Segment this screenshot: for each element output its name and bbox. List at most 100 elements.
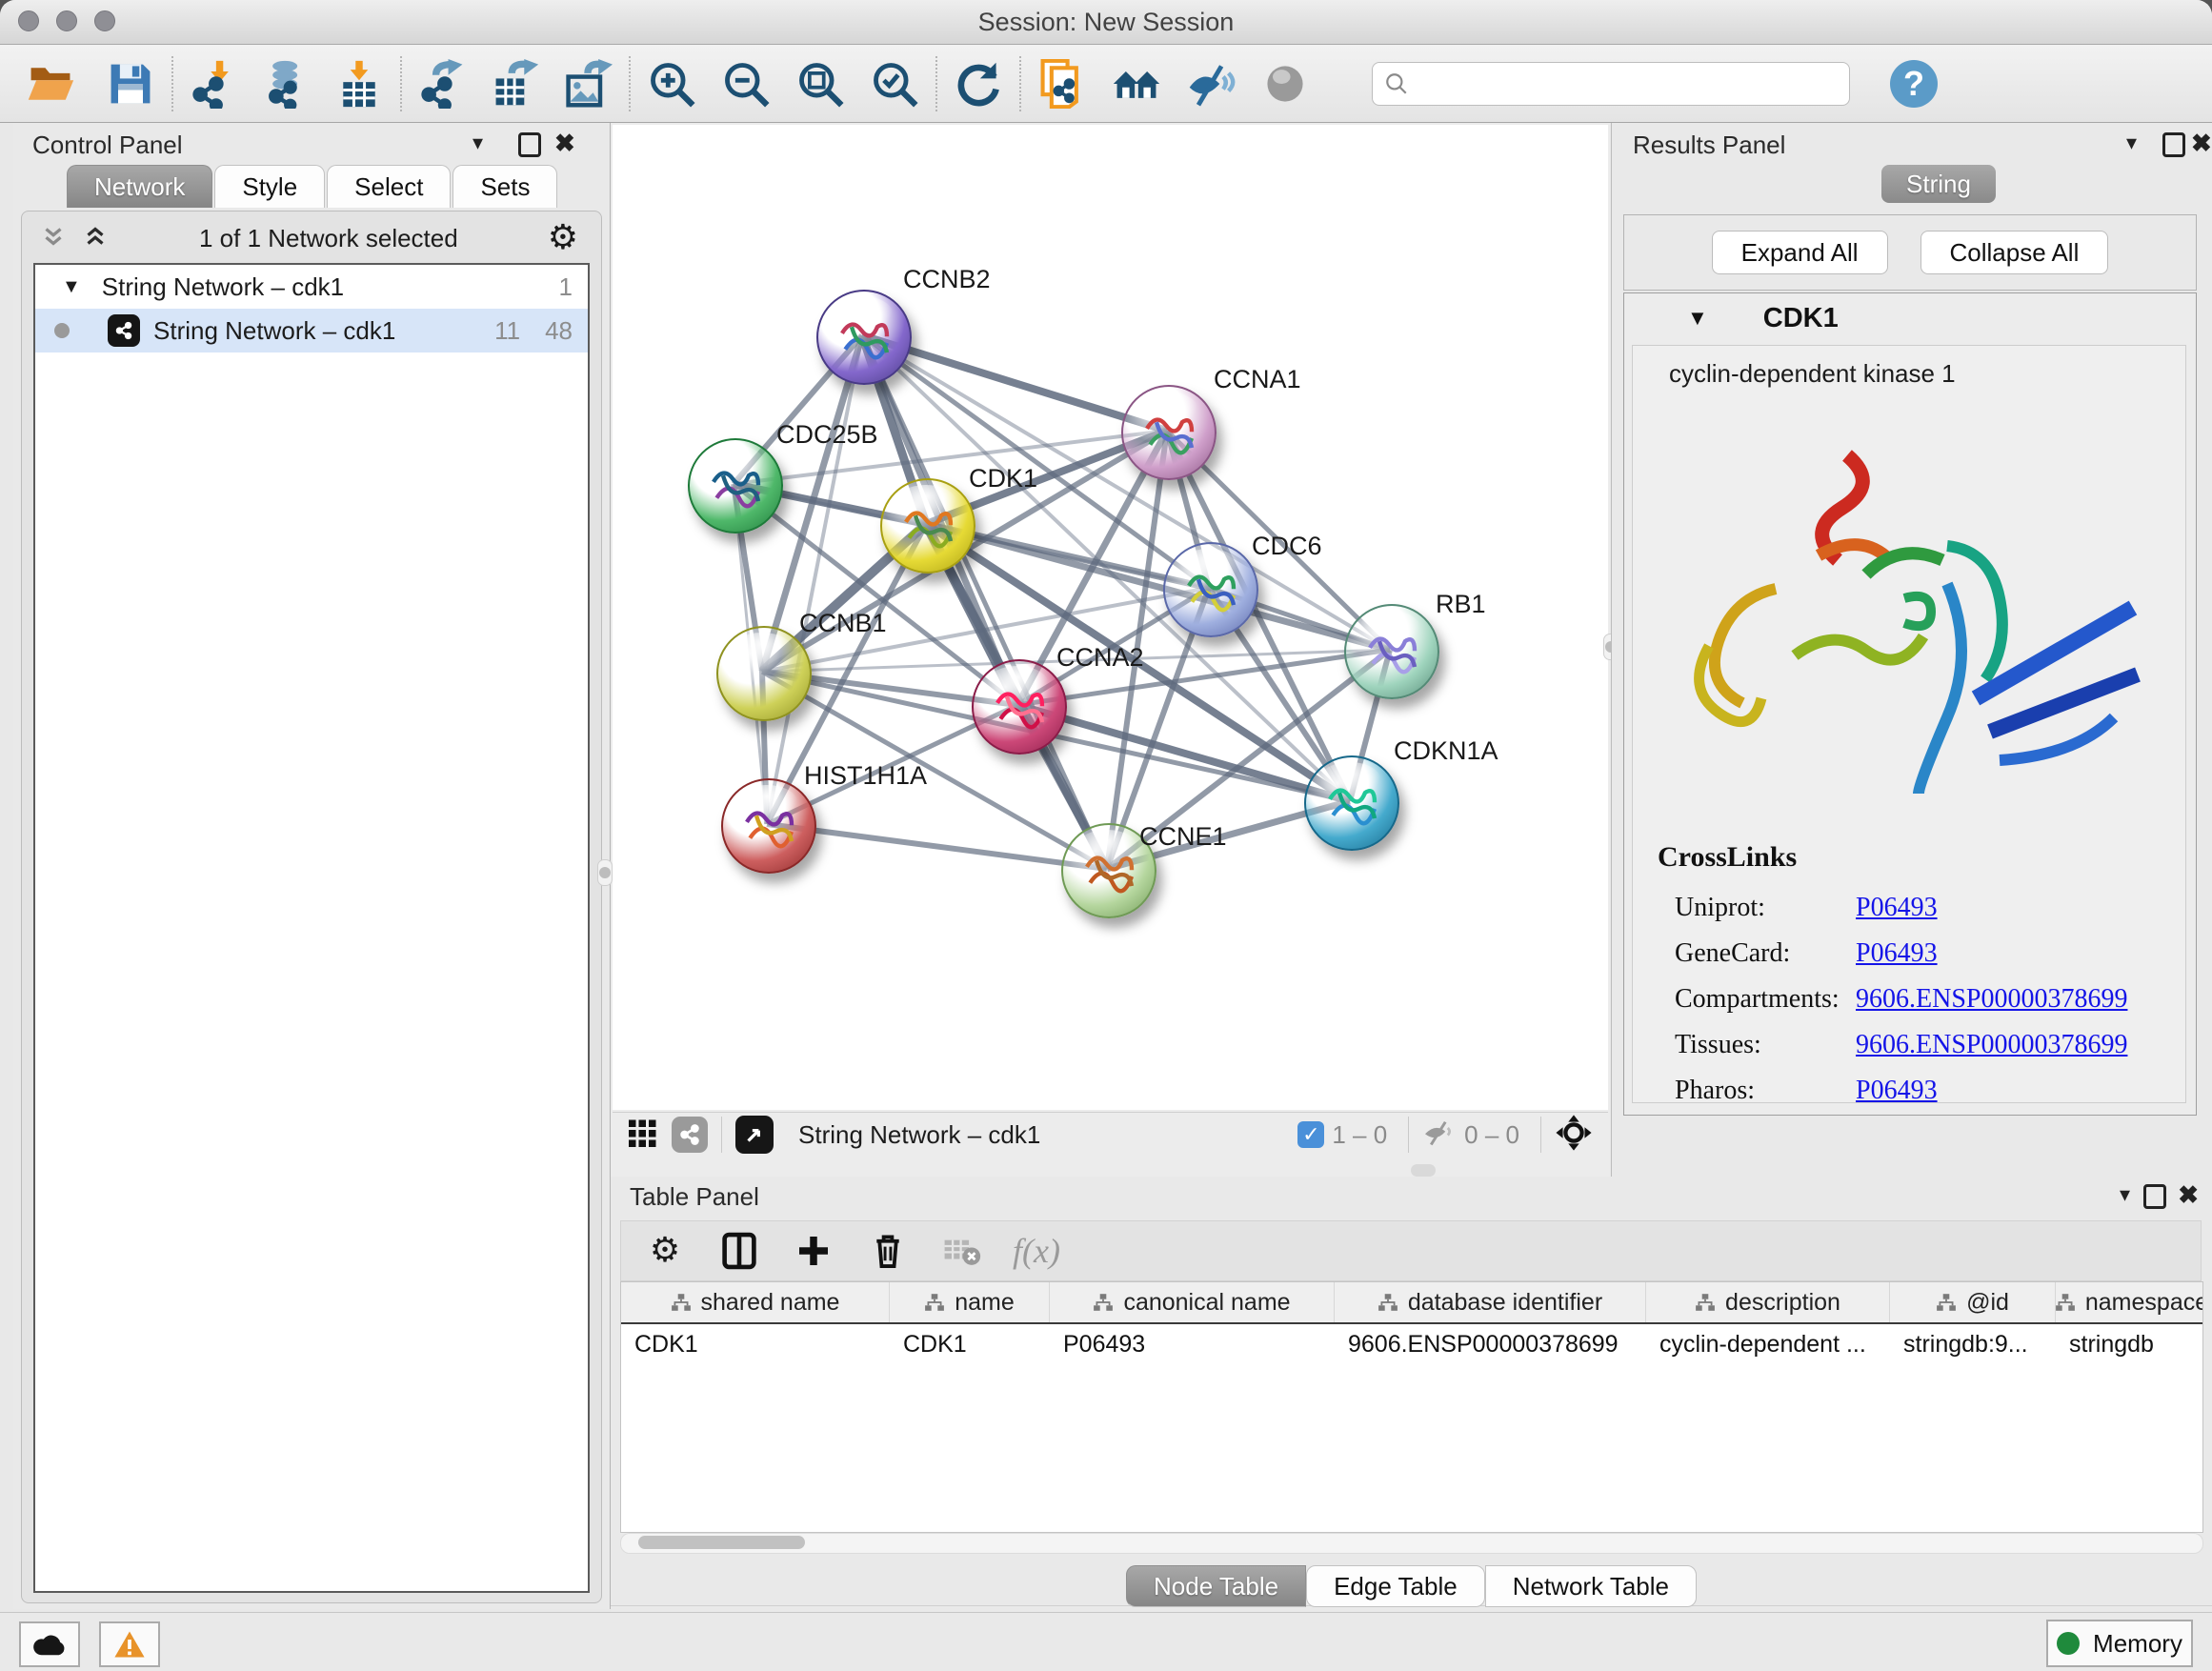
results-panel-float-icon[interactable] — [2162, 132, 2185, 157]
cloud-status-icon[interactable] — [19, 1621, 80, 1667]
network-node-RB1[interactable] — [1344, 604, 1439, 699]
network-node-CCNB1[interactable] — [716, 626, 812, 721]
pan-crosshair-icon[interactable] — [1555, 1114, 1593, 1157]
zoom-fit-content-icon[interactable] — [791, 54, 850, 113]
hide-selection-icon[interactable] — [1181, 54, 1240, 113]
save-session-icon[interactable] — [101, 54, 160, 113]
column-header-shared-name[interactable]: shared name — [621, 1282, 890, 1322]
network-overview-icon[interactable] — [672, 1117, 708, 1153]
hidden-elements-icon[interactable] — [1422, 1118, 1457, 1152]
table-cell[interactable]: stringdb:9... — [1890, 1324, 2056, 1364]
crosslink-row: Tissues:9606.ENSP00000378699 — [1675, 1022, 2170, 1068]
tab-edge-table[interactable]: Edge Table — [1306, 1565, 1485, 1607]
export-image-icon[interactable] — [558, 54, 617, 113]
table-options-gear-icon[interactable]: ⚙ — [644, 1230, 686, 1272]
tab-select[interactable]: Select — [327, 165, 451, 208]
tab-style[interactable]: Style — [214, 165, 325, 208]
column-header-canonical-name[interactable]: canonical name — [1050, 1282, 1335, 1322]
help-icon[interactable]: ? — [1890, 60, 1938, 108]
protein-structure-thumbnail — [734, 796, 804, 860]
section-collapse-icon[interactable]: ▼ — [1687, 306, 1708, 331]
table-panel-float-icon[interactable] — [2143, 1184, 2166, 1209]
network-node-HIST1H1A[interactable] — [721, 778, 816, 874]
import-table-from-file-icon[interactable] — [330, 54, 389, 113]
add-column-icon[interactable] — [793, 1230, 835, 1272]
search-field[interactable] — [1372, 62, 1850, 106]
control-panel-menu-icon[interactable]: ▾ — [473, 131, 483, 155]
zoom-in-icon[interactable] — [642, 54, 701, 113]
results-panel-close-icon[interactable]: ✖ — [2191, 129, 2212, 158]
column-header-database-identifier[interactable]: database identifier — [1335, 1282, 1646, 1322]
column-header--id[interactable]: @id — [1890, 1282, 2056, 1322]
network-options-gear-icon[interactable]: ⚙ — [548, 221, 578, 255]
network-node-CCNB2[interactable] — [816, 290, 912, 385]
table-cell[interactable]: CDK1 — [890, 1324, 1050, 1364]
zoom-selected-icon[interactable] — [865, 54, 924, 113]
toolbar-separator — [171, 56, 173, 111]
table-cell[interactable]: CDK1 — [621, 1324, 890, 1364]
column-header-namespace[interactable]: namespace — [2056, 1282, 2203, 1322]
crosslink-value-link[interactable]: 9606.ENSP00000378699 — [1856, 984, 2127, 1015]
collapse-all-networks-icon[interactable] — [39, 222, 68, 255]
export-network-icon[interactable] — [413, 54, 473, 113]
results-panel-menu-icon[interactable]: ▾ — [2126, 131, 2137, 155]
crosslink-value-link[interactable]: P06493 — [1856, 938, 1938, 969]
memory-button[interactable]: Memory — [2046, 1620, 2193, 1667]
crosslink-value-link[interactable]: 9606.ENSP00000378699 — [1856, 1030, 2127, 1060]
crosslink-value-link[interactable]: P06493 — [1856, 1076, 1938, 1106]
selected-nodes-checkbox-icon[interactable]: ✓ — [1297, 1121, 1324, 1148]
detach-view-icon[interactable] — [735, 1116, 774, 1154]
network-node-CCNA2[interactable] — [972, 659, 1067, 755]
export-table-icon[interactable] — [486, 54, 545, 113]
control-panel-close-icon[interactable]: ✖ — [554, 129, 575, 158]
crosslink-value-link[interactable]: P06493 — [1856, 893, 1938, 923]
column-header-description[interactable]: description — [1646, 1282, 1890, 1322]
search-input[interactable] — [1409, 66, 1849, 102]
table-cell[interactable]: P06493 — [1050, 1324, 1335, 1364]
network-node-CCNA1[interactable] — [1121, 385, 1217, 480]
import-network-from-file-icon[interactable] — [185, 54, 244, 113]
expand-all-button[interactable]: Expand All — [1712, 231, 1888, 274]
open-session-icon[interactable] — [21, 54, 80, 113]
warning-status-icon[interactable] — [99, 1621, 160, 1667]
network-node-CDKN1A[interactable] — [1304, 755, 1399, 851]
table-cell[interactable]: cyclin-dependent ... — [1646, 1324, 1890, 1364]
tab-string[interactable]: String — [1881, 165, 1996, 203]
table-cell[interactable]: 9606.ENSP00000378699 — [1335, 1324, 1646, 1364]
scrollbar-thumb[interactable] — [638, 1536, 805, 1549]
tab-network-table[interactable]: Network Table — [1485, 1565, 1697, 1607]
tab-node-table[interactable]: Node Table — [1126, 1565, 1306, 1607]
show-columns-icon[interactable] — [718, 1230, 760, 1272]
show-preview-icon[interactable] — [1256, 54, 1315, 113]
open-in-browser-icon[interactable] — [1033, 54, 1092, 113]
column-header-name[interactable]: name — [890, 1282, 1050, 1322]
network-collection-row[interactable]: ▼ String Network – cdk1 1 — [35, 265, 588, 309]
network-row-label: String Network – cdk1 — [153, 316, 395, 346]
expand-all-networks-icon[interactable] — [81, 222, 110, 255]
network-node-CDK1[interactable] — [880, 478, 975, 574]
network-canvas[interactable]: CCNB2CCNA1CDC25BCDK1CDC6RB1CCNB1CCNA2CDK… — [613, 125, 1608, 1110]
collection-expand-icon[interactable]: ▼ — [62, 276, 81, 298]
tab-sets[interactable]: Sets — [452, 165, 557, 208]
table-panel-close-icon[interactable]: ✖ — [2178, 1180, 2199, 1210]
delete-table-icon[interactable] — [941, 1230, 983, 1272]
table-row[interactable]: CDK1CDK1P064939606.ENSP00000378699cyclin… — [621, 1324, 2202, 1364]
refresh-layout-icon[interactable] — [949, 54, 1008, 113]
tab-network[interactable]: Network — [67, 165, 212, 208]
table-horizontal-scrollbar[interactable] — [620, 1533, 2203, 1554]
table-cell[interactable]: stringdb — [2056, 1324, 2203, 1364]
delete-column-icon[interactable] — [867, 1230, 909, 1272]
zoom-out-icon[interactable] — [716, 54, 775, 113]
return-home-icon[interactable] — [1107, 54, 1166, 113]
import-network-from-database-icon[interactable] — [257, 54, 316, 113]
bottom-splitter-handle[interactable] — [1411, 1164, 1436, 1177]
left-splitter-handle[interactable] — [597, 859, 613, 886]
control-panel-float-icon[interactable] — [518, 132, 541, 157]
birds-eye-view-icon[interactable] — [626, 1116, 660, 1155]
function-builder-icon[interactable]: f(x) — [1016, 1230, 1057, 1272]
network-node-CDC25B[interactable] — [688, 438, 783, 534]
table-panel-menu-icon[interactable]: ▾ — [2120, 1182, 2130, 1207]
network-node-CDC6[interactable] — [1163, 542, 1258, 637]
network-row[interactable]: String Network – cdk1 11 48 — [35, 309, 588, 352]
collapse-all-button[interactable]: Collapse All — [1920, 231, 2109, 274]
